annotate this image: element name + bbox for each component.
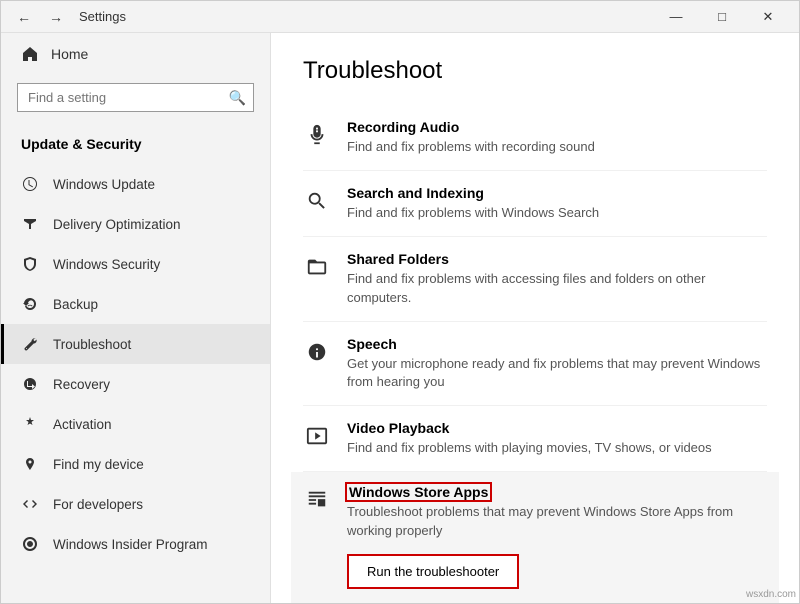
sidebar-item-delivery-optimization[interactable]: Delivery Optimization [1, 204, 270, 244]
store-icon [303, 486, 331, 514]
home-icon [21, 45, 39, 63]
search-indexing-desc: Find and fix problems with Windows Searc… [347, 204, 767, 222]
speech-desc: Get your microphone ready and fix proble… [347, 355, 767, 391]
window-controls: — □ ✕ [653, 1, 791, 33]
video-playback-content: Video Playback Find and fix problems wit… [347, 420, 767, 457]
recording-audio-desc: Find and fix problems with recording sou… [347, 138, 767, 156]
speech-name: Speech [347, 336, 767, 352]
troubleshoot-item-shared-folders: Shared Folders Find and fix problems wit… [303, 237, 767, 321]
troubleshoot-item-search-indexing: Search and Indexing Find and fix problem… [303, 171, 767, 237]
content-area: Home 🔍 Update & Security Windows Update [1, 33, 799, 603]
shared-folders-content: Shared Folders Find and fix problems wit… [347, 251, 767, 306]
backup-icon [21, 295, 39, 313]
recording-audio-name: Recording Audio [347, 119, 767, 135]
sidebar-item-troubleshoot[interactable]: Troubleshoot [1, 324, 270, 364]
window-title: Settings [79, 9, 126, 24]
sidebar-label-windows-security: Windows Security [53, 257, 160, 272]
title-bar: ← → Settings — □ ✕ [1, 1, 799, 33]
run-troubleshooter-area: Run the troubleshooter [303, 546, 767, 601]
shared-folders-desc: Find and fix problems with accessing fil… [347, 270, 767, 306]
find-icon [21, 455, 39, 473]
sidebar-label-find-device: Find my device [53, 457, 144, 472]
sidebar-item-windows-security[interactable]: Windows Security [1, 244, 270, 284]
video-playback-desc: Find and fix problems with playing movie… [347, 439, 767, 457]
run-troubleshooter-button[interactable]: Run the troubleshooter [347, 554, 519, 589]
back-button[interactable]: ← [9, 5, 39, 29]
page-title: Troubleshoot [303, 57, 767, 85]
minimize-button[interactable]: — [653, 1, 699, 33]
windows-store-apps-content: Windows Store Apps Troubleshoot problems… [347, 484, 767, 539]
close-button[interactable]: ✕ [745, 1, 791, 33]
sidebar-item-backup[interactable]: Backup [1, 284, 270, 324]
windows-store-apps-row: Windows Store Apps Troubleshoot problems… [303, 484, 767, 545]
activation-icon [21, 415, 39, 433]
search-indexing-name: Search and Indexing [347, 185, 767, 201]
title-bar-left: ← → Settings [9, 5, 126, 29]
sidebar-item-for-developers[interactable]: For developers [1, 484, 270, 524]
sidebar-label-for-developers: For developers [53, 497, 143, 512]
sidebar-item-recovery[interactable]: Recovery [1, 364, 270, 404]
sidebar-label-activation: Activation [53, 417, 112, 432]
troubleshoot-item-windows-store-apps: Windows Store Apps Troubleshoot problems… [291, 472, 779, 603]
search-icon: 🔍 [229, 89, 246, 106]
developer-icon [21, 495, 39, 513]
section-title: Update & Security [1, 128, 270, 164]
recording-audio-content: Recording Audio Find and fix problems wi… [347, 119, 767, 156]
windows-store-apps-name: Windows Store Apps [347, 484, 490, 500]
update-icon [21, 175, 39, 193]
shared-folders-name: Shared Folders [347, 251, 767, 267]
insider-icon [21, 535, 39, 553]
microphone-icon [303, 121, 331, 149]
sidebar-label-delivery-optimization: Delivery Optimization [53, 217, 181, 232]
speech-content: Speech Get your microphone ready and fix… [347, 336, 767, 391]
troubleshoot-item-speech: Speech Get your microphone ready and fix… [303, 322, 767, 406]
sidebar-label-windows-insider: Windows Insider Program [53, 537, 208, 552]
forward-button[interactable]: → [41, 5, 71, 29]
windows-store-apps-desc: Troubleshoot problems that may prevent W… [347, 503, 767, 539]
sidebar-item-windows-update[interactable]: Windows Update [1, 164, 270, 204]
delivery-icon [21, 215, 39, 233]
sidebar-item-find-device[interactable]: Find my device [1, 444, 270, 484]
sidebar-item-activation[interactable]: Activation [1, 404, 270, 444]
main-content: Troubleshoot Recording Audio Find and fi… [271, 33, 799, 603]
maximize-button[interactable]: □ [699, 1, 745, 33]
video-playback-icon [303, 422, 331, 450]
speech-icon [303, 338, 331, 366]
wrench-icon [21, 335, 39, 353]
sidebar-label-recovery: Recovery [53, 377, 110, 392]
sidebar-label-backup: Backup [53, 297, 98, 312]
watermark: wsxdn.com [746, 589, 796, 600]
nav-buttons: ← → [9, 5, 71, 29]
sidebar-label-troubleshoot: Troubleshoot [53, 337, 131, 352]
troubleshoot-item-video-playback: Video Playback Find and fix problems wit… [303, 406, 767, 472]
shared-folders-icon [303, 253, 331, 281]
search-input[interactable] [17, 83, 254, 112]
recovery-icon [21, 375, 39, 393]
sidebar-item-windows-insider[interactable]: Windows Insider Program [1, 524, 270, 564]
search-box: 🔍 [17, 83, 254, 112]
sidebar-item-home[interactable]: Home [1, 33, 270, 75]
home-label: Home [51, 46, 88, 62]
search-indexing-content: Search and Indexing Find and fix problem… [347, 185, 767, 222]
settings-window: ← → Settings — □ ✕ Home 🔍 [0, 0, 800, 604]
sidebar: Home 🔍 Update & Security Windows Update [1, 33, 271, 603]
troubleshoot-item-recording-audio: Recording Audio Find and fix problems wi… [303, 105, 767, 171]
video-playback-name: Video Playback [347, 420, 767, 436]
shield-icon [21, 255, 39, 273]
sidebar-label-windows-update: Windows Update [53, 177, 155, 192]
search-indexing-icon [303, 187, 331, 215]
